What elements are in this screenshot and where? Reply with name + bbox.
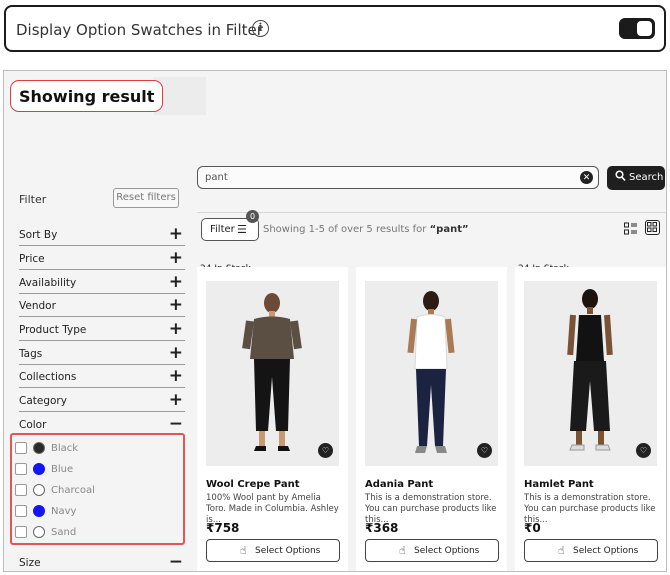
facet-sort-by[interactable]: Sort By +: [19, 222, 185, 246]
expand-icon[interactable]: +: [169, 248, 183, 268]
checkbox[interactable]: [15, 484, 27, 496]
facet-tags[interactable]: Tags +: [19, 341, 185, 365]
checkbox[interactable]: [15, 526, 27, 538]
divider: [197, 212, 666, 213]
product-card[interactable]: ♡ Hamlet Pant This is a demonstration st…: [515, 267, 666, 571]
facet-label: Size: [19, 557, 41, 569]
pointer-hand-icon: ☝: [558, 544, 565, 557]
results-query: “pant”: [429, 224, 469, 235]
result-heading: Showing result: [10, 80, 164, 112]
expand-icon[interactable]: +: [169, 319, 183, 339]
select-options-label: Select Options: [255, 546, 321, 556]
checkbox[interactable]: [15, 463, 27, 475]
facet-product-type[interactable]: Product Type +: [19, 317, 185, 341]
facet-label: Color: [19, 419, 47, 431]
product-title[interactable]: Adania Pant: [365, 479, 433, 490]
facet-label: Collections: [19, 371, 77, 383]
swatch-label: Blue: [51, 464, 74, 475]
product-image[interactable]: ♡: [206, 281, 339, 466]
search-value: pant: [205, 172, 228, 183]
swatch-label: Charcoal: [51, 485, 95, 496]
product-image[interactable]: ♡: [365, 281, 498, 466]
results-prefix: Showing 1-5 of over 5 results for: [263, 224, 427, 235]
info-icon[interactable]: i: [252, 20, 269, 37]
color-dot: [33, 505, 45, 517]
product-card[interactable]: ♡ Adania Pant This is a demonstration st…: [356, 267, 507, 571]
wishlist-icon[interactable]: ♡: [636, 443, 651, 458]
product-title[interactable]: Hamlet Pant: [524, 479, 594, 490]
facet-price[interactable]: Price +: [19, 246, 185, 270]
swatch-toggle[interactable]: [619, 18, 655, 39]
product-price: ₹0: [524, 521, 541, 535]
expand-icon[interactable]: +: [169, 224, 183, 244]
product-image[interactable]: ♡: [524, 281, 657, 466]
results-summary: Showing 1-5 of over 5 results for “pant”: [263, 224, 469, 235]
expand-icon[interactable]: +: [169, 295, 183, 315]
wishlist-icon[interactable]: ♡: [477, 443, 492, 458]
color-dot: [33, 463, 45, 475]
facet-label: Category: [19, 395, 67, 407]
filter-count-badge: 0: [246, 210, 259, 223]
search-icon: [615, 170, 626, 182]
facet-label: Price: [19, 253, 45, 265]
swatch-label: Sand: [51, 527, 77, 538]
facet-size[interactable]: Size −: [19, 550, 185, 571]
color-dot: [33, 484, 45, 496]
toggle-knob: [637, 21, 652, 36]
facet-availability[interactable]: Availability +: [19, 270, 185, 294]
select-options-button[interactable]: ☝ Select Options: [524, 539, 658, 562]
grid-view-icon[interactable]: [645, 220, 660, 235]
facet-label: Product Type: [19, 324, 87, 336]
select-options-button[interactable]: ☝ Select Options: [206, 539, 340, 562]
select-options-label: Select Options: [414, 546, 480, 556]
expand-icon[interactable]: +: [169, 366, 183, 386]
facet-vendor[interactable]: Vendor +: [19, 293, 185, 317]
filter-button[interactable]: Filter ☰ 0: [201, 210, 259, 241]
collapse-icon[interactable]: −: [169, 552, 183, 571]
sliders-icon: ☰: [237, 223, 247, 236]
result-preview: Showing result Filter Reset filters Sort…: [3, 70, 667, 572]
product-description: This is a demonstration store. You can p…: [524, 493, 656, 525]
filter-title: Filter: [19, 193, 47, 206]
product-price: ₹368: [365, 521, 399, 535]
search-input[interactable]: pant ✕: [197, 166, 599, 189]
facet-category[interactable]: Category +: [19, 388, 185, 412]
swatch-setting-row: Display Option Swatches in Filter i: [4, 5, 666, 52]
select-options-button[interactable]: ☝ Select Options: [365, 539, 499, 562]
facet-label: Sort By: [19, 229, 58, 241]
setting-label: Display Option Swatches in Filter: [16, 21, 263, 39]
expand-icon[interactable]: +: [169, 343, 183, 363]
filter-button-label: Filter: [210, 224, 235, 235]
reset-filters-button[interactable]: Reset filters: [113, 188, 179, 208]
expand-icon[interactable]: +: [169, 390, 183, 410]
search-button-label: Search: [629, 172, 664, 183]
facet-collections[interactable]: Collections +: [19, 364, 185, 388]
swatch-label: Black: [51, 443, 79, 454]
pointer-hand-icon: ☝: [399, 544, 406, 557]
color-dot: [33, 526, 45, 538]
select-options-label: Select Options: [573, 546, 639, 556]
product-price: ₹758: [206, 521, 240, 535]
clear-icon[interactable]: ✕: [580, 171, 593, 184]
pointer-hand-icon: ☝: [240, 544, 247, 557]
product-title[interactable]: Wool Crepe Pant: [206, 479, 300, 490]
wishlist-icon[interactable]: ♡: [318, 443, 333, 458]
list-view-icon[interactable]: [624, 222, 637, 236]
checkbox[interactable]: [15, 505, 27, 517]
swatch-label: Navy: [51, 506, 77, 517]
search-button[interactable]: Search: [607, 166, 665, 190]
collapse-icon[interactable]: −: [169, 414, 183, 434]
checkbox[interactable]: [15, 442, 27, 454]
product-card[interactable]: ♡ Wool Crepe Pant 100% Wool pant by Amel…: [197, 267, 348, 571]
color-swatch-list: Black Blue Charcoal Navy Sand: [10, 433, 185, 545]
color-dot: [33, 442, 45, 454]
facet-label: Availability: [19, 277, 77, 289]
facet-label: Tags: [19, 348, 43, 360]
facet-label: Vendor: [19, 300, 56, 312]
expand-icon[interactable]: +: [169, 272, 183, 292]
